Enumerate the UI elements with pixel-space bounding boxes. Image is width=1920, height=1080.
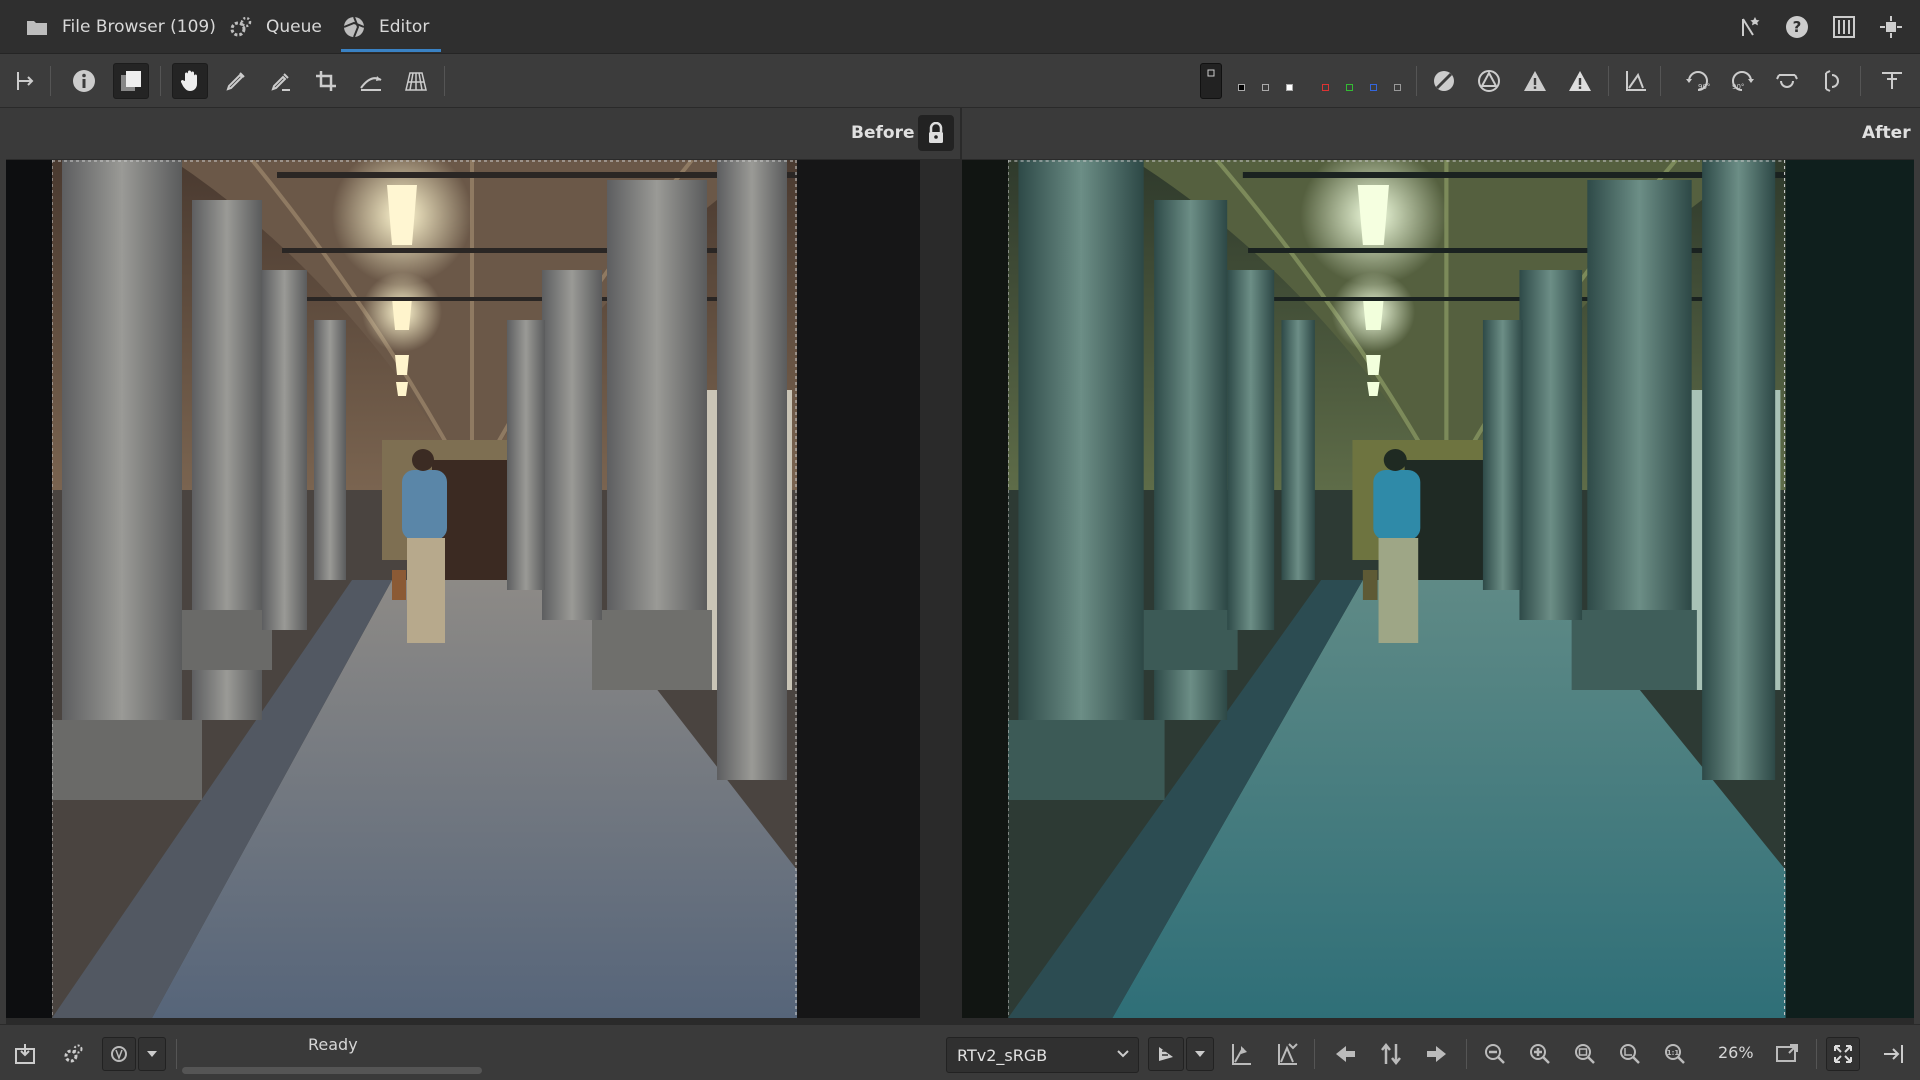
collapse-right-panel-icon[interactable] (1876, 1037, 1910, 1071)
zoom-out-icon[interactable] (1478, 1037, 1512, 1071)
zoom-100-icon[interactable]: 1:1 (1658, 1037, 1692, 1071)
color-picker-icon[interactable] (218, 63, 254, 99)
help-icon[interactable]: ? (1782, 12, 1812, 42)
clip-shadow-icon[interactable] (1426, 63, 1462, 99)
flip-horizontal-icon[interactable] (1769, 63, 1805, 99)
svg-text:1:1: 1:1 (1667, 1049, 1680, 1057)
before-label: Before (851, 123, 915, 143)
aperture-icon (341, 14, 367, 40)
before-header: Before (6, 108, 960, 160)
after-image[interactable] (962, 160, 1914, 1018)
tab-label: Queue (266, 17, 322, 37)
focus-mask-icon[interactable] (1200, 63, 1222, 99)
flip-vertical-icon[interactable] (1814, 63, 1850, 99)
gamut-check-icon[interactable] (1270, 1037, 1304, 1071)
gears-icon (228, 14, 254, 40)
svg-text:90°: 90° (1732, 83, 1744, 91)
swatch-white[interactable] (1286, 84, 1293, 91)
before-image[interactable] (6, 160, 960, 1018)
swatch-luminance[interactable] (1394, 84, 1401, 91)
before-after-icon[interactable] (113, 63, 149, 99)
zoom-fit-icon[interactable] (1568, 1037, 1602, 1071)
panel-toggle-icon[interactable] (1829, 12, 1859, 42)
fullscreen-icon[interactable] (1876, 12, 1906, 42)
rotate-left-icon[interactable]: 90° (1680, 63, 1716, 99)
intent-dropdown[interactable] (1186, 1037, 1214, 1071)
softproof-icon[interactable] (1224, 1037, 1258, 1071)
histogram-icon[interactable] (1618, 63, 1654, 99)
separator (160, 66, 161, 96)
intent-icon[interactable] (1148, 1037, 1184, 1071)
clip-highlight-icon[interactable] (1471, 63, 1507, 99)
queue-add-icon[interactable] (56, 1037, 90, 1071)
swatch-green[interactable] (1346, 84, 1353, 91)
separator (1860, 66, 1861, 96)
separator (1660, 66, 1661, 96)
tab-queue[interactable]: Queue (228, 0, 322, 54)
straighten-icon[interactable] (353, 63, 389, 99)
fullscreen-toggle-icon[interactable] (1826, 1037, 1860, 1071)
folder-icon (24, 14, 50, 40)
separator (1466, 1039, 1467, 1069)
separator (1816, 1039, 1817, 1069)
expand-panel-icon[interactable] (1874, 63, 1910, 99)
chevron-down-icon (1116, 1046, 1130, 1066)
tab-label: Editor (379, 17, 430, 37)
separator (1608, 66, 1609, 96)
separator (444, 66, 445, 96)
after-header: After (962, 108, 1914, 160)
swatch-black[interactable] (1238, 84, 1245, 91)
output-profile-select[interactable]: RTv2_sRGB (946, 1037, 1139, 1073)
separator (50, 66, 51, 96)
tab-label: File Browser (109) (62, 17, 216, 37)
zoom-fit-crop-icon[interactable] (1613, 1037, 1647, 1071)
status-bar: Ready RTv2_sRGB 1:1 26% (0, 1024, 1920, 1080)
swatch-red[interactable] (1322, 84, 1329, 91)
image-viewer: Before After (6, 108, 1914, 1024)
output-profile-value: RTv2_sRGB (957, 1046, 1048, 1065)
zoom-level: 26% (1718, 1043, 1754, 1062)
separator (176, 1039, 177, 1069)
perspective-icon[interactable] (398, 63, 434, 99)
spot-removal-icon[interactable] (263, 63, 299, 99)
hand-tool-icon[interactable] (172, 63, 208, 99)
tab-bar: File Browser (109) Queue Editor ? (0, 0, 1920, 54)
sync-icon[interactable] (1374, 1037, 1408, 1071)
crop-icon[interactable] (308, 63, 344, 99)
tab-file-browser[interactable]: File Browser (109) (24, 0, 216, 54)
external-editor-icon[interactable] (102, 1037, 136, 1071)
external-editor-dropdown[interactable] (138, 1037, 166, 1071)
add-star-icon[interactable] (1734, 12, 1764, 42)
toolbar: 90° 90° (0, 54, 1920, 108)
after-label: After (1862, 123, 1911, 143)
progress-bar (182, 1067, 482, 1074)
svg-text:90°: 90° (1698, 83, 1710, 91)
separator (1416, 66, 1417, 96)
save-image-icon[interactable] (8, 1037, 42, 1071)
lock-icon[interactable] (918, 115, 954, 151)
status-text: Ready (308, 1035, 358, 1054)
info-icon[interactable] (66, 63, 102, 99)
previous-image-icon[interactable] (1328, 1037, 1362, 1071)
new-detail-window-icon[interactable] (1770, 1037, 1804, 1071)
separator (1314, 1039, 1315, 1069)
svg-text:?: ? (1793, 18, 1802, 36)
zoom-in-icon[interactable] (1523, 1037, 1557, 1071)
warning-shadow-icon[interactable] (1517, 63, 1553, 99)
warning-highlight-icon[interactable] (1562, 63, 1598, 99)
history-panel-icon[interactable] (8, 63, 44, 99)
next-image-icon[interactable] (1420, 1037, 1454, 1071)
swatch-blue[interactable] (1370, 84, 1377, 91)
rotate-right-icon[interactable]: 90° (1724, 63, 1760, 99)
swatch-gray[interactable] (1262, 84, 1269, 91)
tab-editor[interactable]: Editor (341, 0, 442, 54)
